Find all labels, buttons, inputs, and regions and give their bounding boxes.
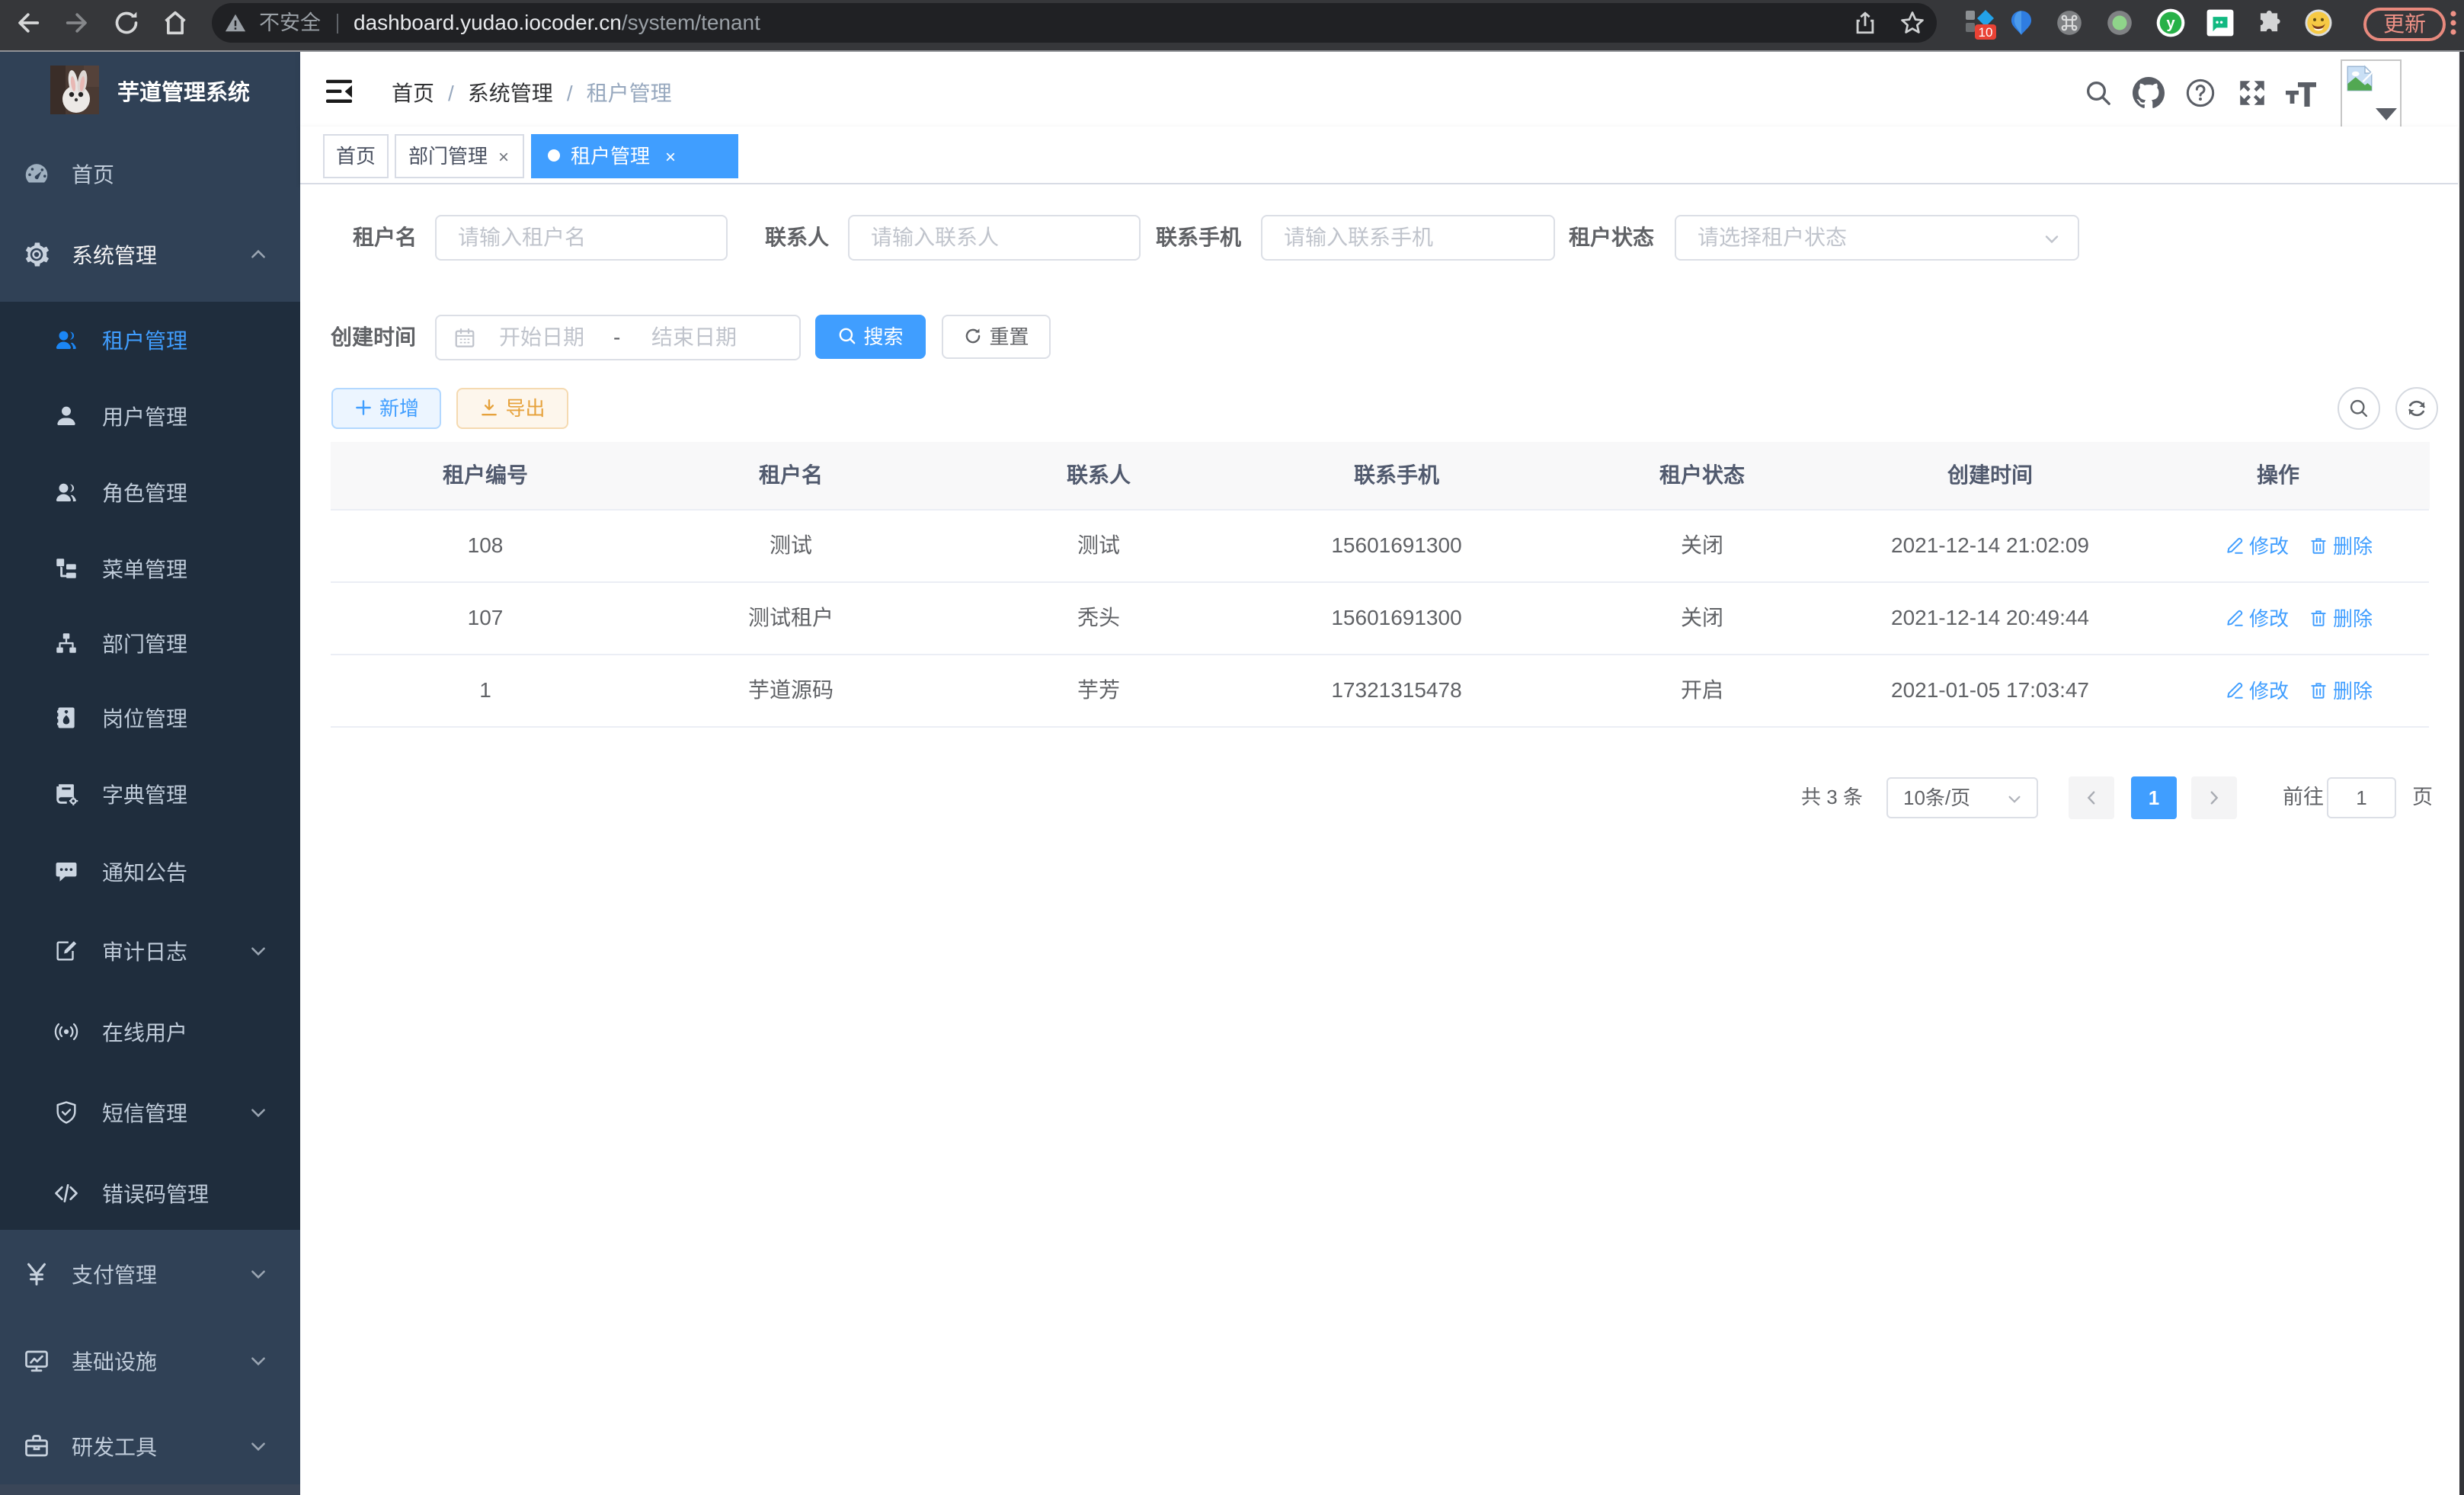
svg-text:y: y (2166, 15, 2175, 32)
svg-text:10: 10 (1979, 25, 1993, 40)
